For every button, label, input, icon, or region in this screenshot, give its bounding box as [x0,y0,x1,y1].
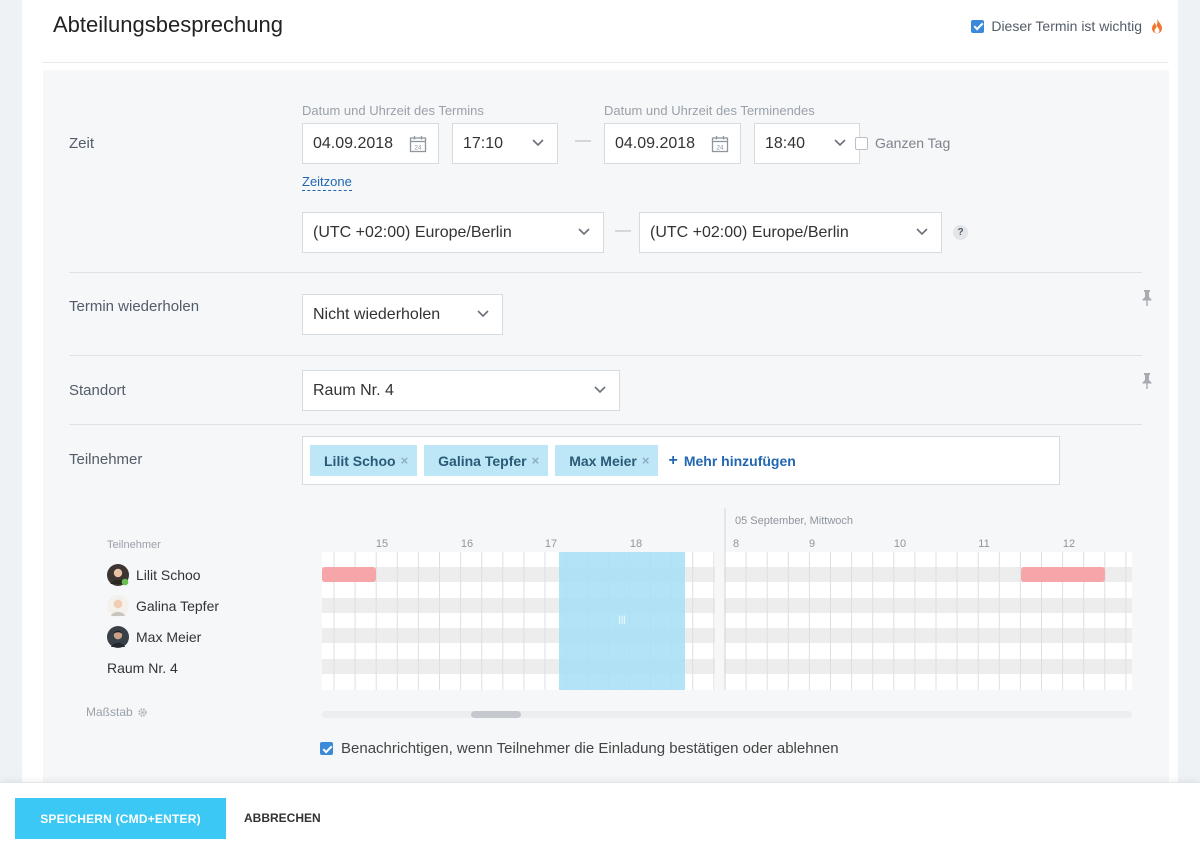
hour-label: 11 [978,538,989,550]
repeat-label: Termin wiederholen [69,298,200,315]
start-timezone-select[interactable]: (UTC +02:00) Europe/Berlin [302,212,604,253]
chip-label: Lilit Schoo [324,452,396,469]
hour-label: 18 [630,538,642,550]
chip-label: Galina Tepfer [438,452,527,469]
chevron-down-icon [916,228,928,236]
time-range-separator: — [575,132,591,149]
start-time-value: 17:10 [463,134,504,152]
end-timezone-value: (UTC +02:00) Europe/Berlin [650,223,849,241]
busy-slot [1021,567,1105,582]
end-timezone-select[interactable]: (UTC +02:00) Europe/Berlin [639,212,942,253]
end-date-input[interactable]: 04.09.2018 24 [604,123,741,164]
repeat-select[interactable]: Nicht wiederholen [302,294,503,335]
planner-grid[interactable]: 05 September, Mittwoch 15 16 17 18 8 9 10 11 12 … [43,500,1169,730]
attendees-input[interactable]: Lilit Schoo × Galina Tepfer × Max Meier … [302,436,1060,485]
hour-label: 9 [809,538,815,550]
planner-scrollbar-track[interactable] [322,711,1132,718]
time-label: Zeit [69,135,95,152]
important-label: Dieser Termin ist wichtig [991,18,1142,34]
remove-icon[interactable]: × [642,453,650,468]
chevron-down-icon [594,386,606,394]
end-date-value: 04.09.2018 [615,134,696,152]
add-attendee-label: Mehr hinzufügen [683,452,796,469]
attendees-label: Teilnehmer [69,451,143,468]
end-time-value: 18:40 [765,134,806,152]
attendee-chip[interactable]: Lilit Schoo × [310,445,418,476]
pin-icon[interactable] [1141,289,1153,307]
notify-toggle[interactable]: Benachrichtigen, wenn Teilnehmer die Ein… [320,740,839,757]
hour-label: 10 [894,538,906,550]
timezone-help-icon[interactable]: ? [953,225,968,240]
important-checkbox[interactable] [971,19,985,33]
location-select[interactable]: Raum Nr. 4 [302,370,620,411]
flame-icon [1152,18,1162,34]
event-form: Zeit Datum und Uhrzeit des Termins Datum… [43,70,1169,782]
calendar-day-text: 24 [716,145,724,152]
divider [69,424,1142,425]
chevron-down-icon [477,310,489,318]
start-timezone-value: (UTC +02:00) Europe/Berlin [313,223,512,241]
chevron-down-icon [578,228,590,236]
plus-icon: + [668,451,678,469]
hour-label: 16 [461,538,473,550]
remove-icon[interactable]: × [532,453,540,468]
start-time-select[interactable]: 17:10 [452,123,558,164]
divider [69,272,1142,273]
add-attendee-link[interactable]: + Mehr hinzufügen [668,452,795,470]
page-title: Abteilungsbesprechung [53,12,283,37]
event-edit-panel: Abteilungsbesprechung Dieser Termin ist … [22,0,1178,782]
all-day-toggle[interactable]: Ganzen Tag [855,135,950,151]
cancel-button[interactable]: ABBRECHEN [244,798,321,839]
all-day-label: Ganzen Tag [875,135,951,151]
divider [69,355,1142,356]
location-label: Standort [69,382,126,399]
hour-label: 12 [1063,538,1075,550]
hour-label: 8 [733,538,739,550]
chip-label: Max Meier [569,452,637,469]
notify-checkbox[interactable] [320,742,333,755]
start-date-value: 04.09.2018 [313,134,394,152]
calendar-day-text: 24 [414,145,422,152]
hour-label: 15 [376,538,388,550]
drag-handle-icon[interactable]: ||| [618,614,625,624]
start-label: Datum und Uhrzeit des Termins [302,103,484,118]
end-label: Datum und Uhrzeit des Terminendes [604,103,815,118]
header-divider [42,62,1168,63]
attendee-chip[interactable]: Max Meier × [555,445,659,476]
important-toggle[interactable]: Dieser Termin ist wichtig [971,17,1164,35]
busy-slot [322,567,376,582]
hour-label: 17 [545,538,557,550]
all-day-checkbox[interactable] [855,136,868,150]
chevron-down-icon [834,139,846,147]
location-value: Raum Nr. 4 [313,381,394,399]
timezone-link[interactable]: Zeitzone [302,174,352,191]
calendar-icon[interactable]: 24 [409,135,427,153]
attendee-chip[interactable]: Galina Tepfer × [424,445,549,476]
calendar-icon[interactable]: 24 [711,135,729,153]
day2-label: 05 September, Mittwoch [735,515,853,527]
end-time-select[interactable]: 18:40 [754,123,860,164]
remove-icon[interactable]: × [401,453,409,468]
footer-bar: SPEICHERN (CMD+ENTER) ABBRECHEN [0,782,1200,850]
notify-label: Benachrichtigen, wenn Teilnehmer die Ein… [341,740,839,757]
timezone-separator: — [615,222,631,239]
chevron-down-icon [532,139,544,147]
start-date-input[interactable]: 04.09.2018 24 [302,123,439,164]
pin-icon[interactable] [1141,372,1153,390]
repeat-value: Nicht wiederholen [313,305,441,323]
save-button[interactable]: SPEICHERN (CMD+ENTER) [15,798,226,839]
planner-scrollbar-thumb[interactable] [471,711,521,718]
